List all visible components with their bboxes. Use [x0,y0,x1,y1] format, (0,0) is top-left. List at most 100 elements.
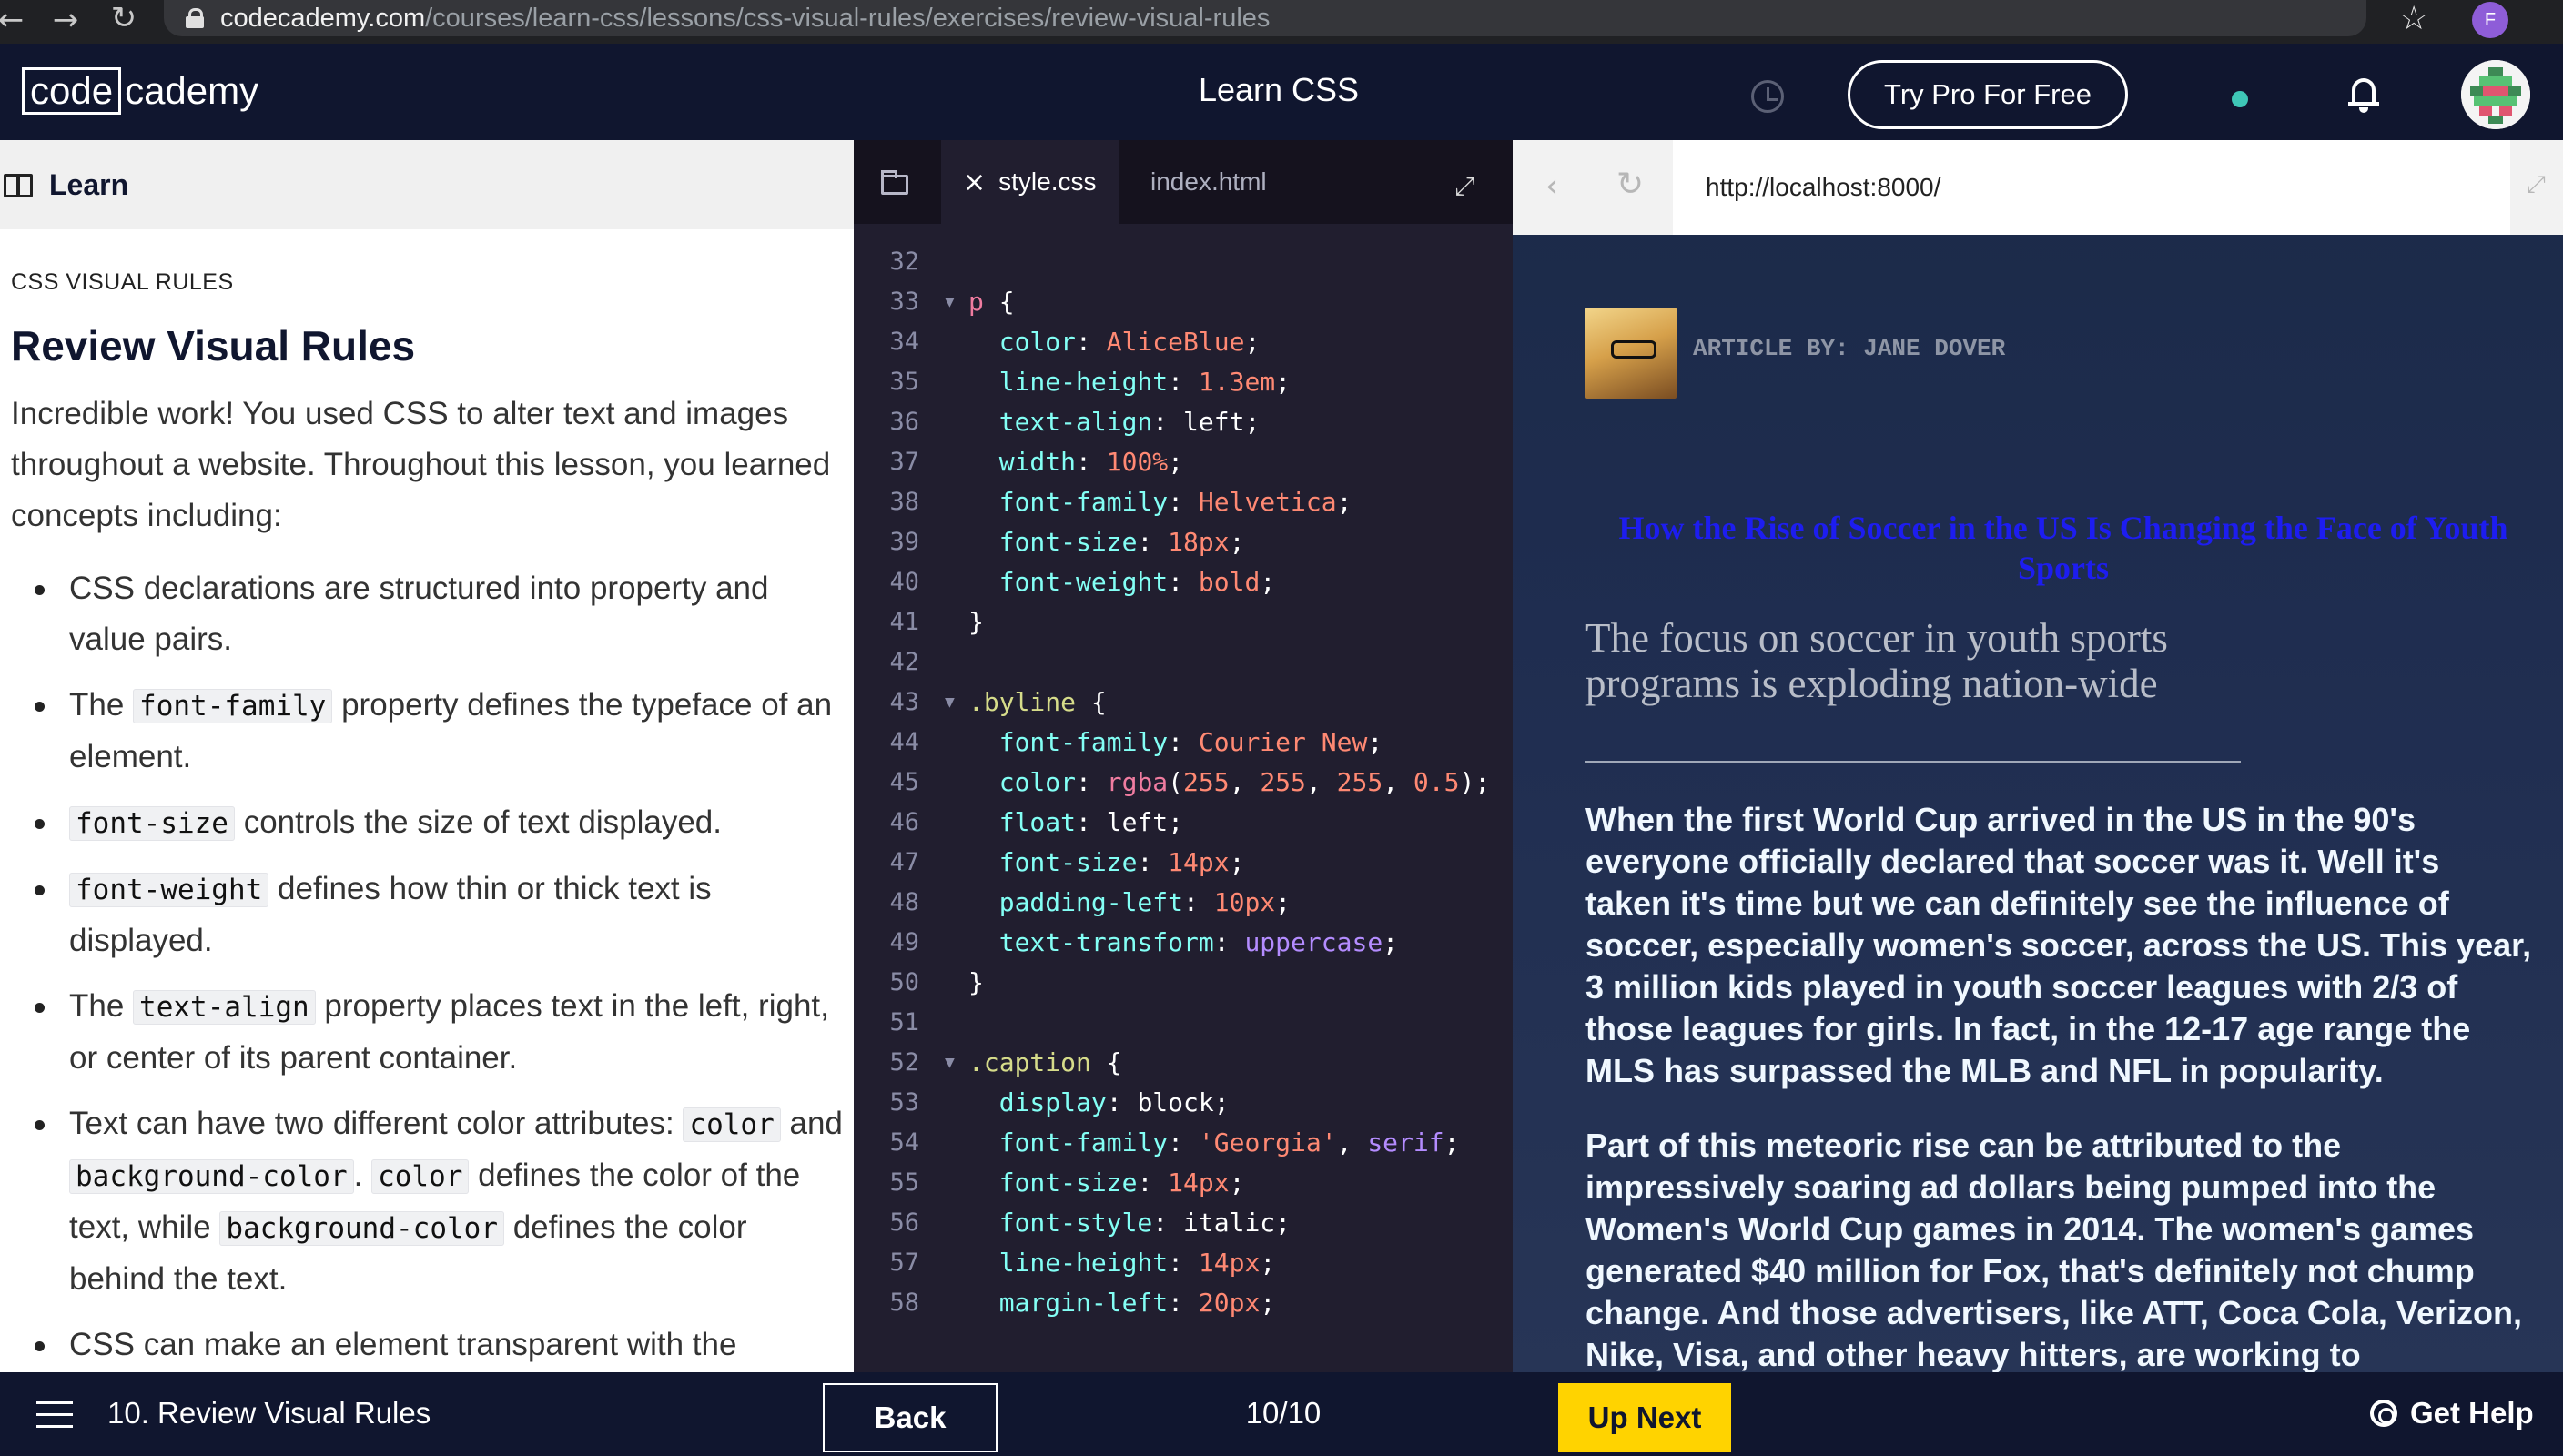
line-number: 53 [889,1088,919,1117]
code-line[interactable]: 42 [854,642,1513,682]
code-text: line-height: 14px; [998,1248,1276,1278]
up-next-button[interactable]: Up Next [1558,1383,1731,1452]
code-text: } [968,607,984,637]
exercise-progress: 10/10 [1245,1396,1322,1430]
code-text: font-size: 18px; [998,527,1245,557]
line-number: 58 [889,1289,919,1317]
preview-back-icon[interactable]: ‹ [1545,167,1558,205]
profile-avatar[interactable]: F [2472,2,2508,38]
reload-icon[interactable]: ↻ [95,0,153,36]
code-line[interactable]: 48 padding-left: 10px; [854,883,1513,923]
code-line[interactable]: 37 width: 100%; [854,442,1513,482]
fold-arrow-icon[interactable]: ▼ [945,682,955,723]
code-text: p { [968,287,1015,317]
codecademy-logo[interactable]: code cademy [22,67,258,115]
code-text: text-transform: uppercase; [998,927,1399,957]
code-text: padding-left: 10px; [998,887,1292,917]
preview-reload-icon[interactable]: ↻ [1616,166,1644,203]
fold-arrow-icon[interactable]: ▼ [945,282,955,322]
code-line[interactable]: 46 float: left; [854,803,1513,843]
address-url: codecademy.com/courses/learn-css/lessons… [220,3,1271,33]
preview-toolbar: ‹ ↻ http://localhost:8000/ ⤢ [1513,140,2563,235]
code-text: font-size: 14px; [998,847,1245,877]
bookmark-star-icon[interactable]: ☆ [2399,0,2428,37]
code-line[interactable]: 39 font-size: 18px; [854,522,1513,562]
alarm-clock-icon[interactable] [1751,80,1784,113]
line-number: 55 [889,1168,919,1197]
code-line[interactable]: 36 text-align: left; [854,402,1513,442]
back-button[interactable]: Back [823,1383,998,1452]
code-line[interactable]: 45 color: rgba(255, 255, 255, 0.5); [854,763,1513,803]
line-number: 36 [889,408,919,436]
code-line[interactable]: 50} [854,963,1513,1003]
code-line[interactable]: 41} [854,602,1513,642]
line-number: 46 [889,808,919,836]
code-text: font-family: Courier New; [998,727,1383,757]
expand-preview-icon[interactable]: ⤢ [2527,171,2546,199]
list-item: CSS declarations are structured into pro… [11,563,843,665]
line-number: 56 [889,1208,919,1237]
list-item: The font-family property defines the typ… [11,680,843,783]
inline-code: font-weight [69,873,269,907]
code-text: } [968,967,984,997]
menu-icon[interactable] [36,1401,73,1429]
code-line[interactable]: 43 ▼ .byline { [854,682,1513,723]
author-photo [1585,308,1677,399]
line-number: 43 [889,688,919,716]
get-help-label: Get Help [2410,1396,2534,1430]
list-item: The text-align property places text in t… [11,981,843,1084]
code-line[interactable]: 35 line-height: 1.3em; [854,362,1513,402]
browser-toolbar: ← → ↻ codecademy.com/courses/learn-css/l… [0,0,2563,44]
code-text: font-weight: bold; [998,567,1276,597]
forward-arrow-icon[interactable]: → [36,2,95,38]
learn-panel-label: Learn [49,167,129,201]
article-headline[interactable]: How the Rise of Soccer in the US Is Chan… [1585,508,2541,588]
code-line[interactable]: 47 font-size: 14px; [854,843,1513,883]
get-help-button[interactable]: Get Help [2370,1396,2534,1431]
code-text: .byline { [968,687,1107,717]
code-line[interactable]: 58 margin-left: 20px; [854,1283,1513,1323]
code-line[interactable]: 40 font-weight: bold; [854,562,1513,602]
course-title: Learn CSS [1198,71,1360,108]
line-number: 48 [889,888,919,916]
expand-editor-icon[interactable]: ⤢ [1454,171,1474,202]
code-line[interactable]: 54 font-family: 'Georgia', serif; [854,1123,1513,1163]
code-line[interactable]: 55 font-size: 14px; [854,1163,1513,1203]
code-text: text-align: left; [998,407,1261,437]
code-line[interactable]: 57 line-height: 14px; [854,1243,1513,1283]
lesson-footer: 10. Review Visual Rules Back 10/10 Up Ne… [0,1372,2563,1456]
fold-arrow-icon[interactable]: ▼ [945,1043,955,1083]
tab-label: index.html [1150,167,1267,196]
book-icon [4,174,33,197]
close-tab-icon[interactable]: × [963,167,986,198]
code-line[interactable]: 33 ▼ p { [854,282,1513,322]
back-arrow-icon[interactable]: ← [0,2,40,38]
lesson-intro: Incredible work! You used CSS to alter t… [11,396,831,533]
try-pro-button[interactable]: Try Pro For Free [1848,60,2128,129]
tab-index-html[interactable]: index.html [1150,140,1267,224]
notification-bell-icon[interactable] [2348,75,2379,113]
line-number: 40 [889,568,919,596]
inline-code: color [683,1107,781,1142]
line-number: 49 [889,928,919,956]
code-line[interactable]: 53 display: block; [854,1083,1513,1123]
line-number: 33 [889,288,919,316]
lifebuoy-icon [2370,1400,2397,1427]
preview-url-field[interactable]: http://localhost:8000/ [1673,140,2510,235]
code-line[interactable]: 56 font-style: italic; [854,1203,1513,1243]
folder-icon[interactable] [881,170,908,195]
code-line[interactable]: 44 font-family: Courier New; [854,723,1513,763]
current-lesson[interactable]: 10. Review Visual Rules [107,1396,431,1431]
code-text: margin-left: 20px; [998,1288,1276,1318]
address-bar[interactable]: codecademy.com/courses/learn-css/lessons… [164,0,2366,36]
code-line[interactable]: 34 color: AliceBlue; [854,322,1513,362]
code-line[interactable]: 38 font-family: Helvetica; [854,482,1513,522]
code-line[interactable]: 52 ▼ .caption { [854,1043,1513,1083]
code-line[interactable]: 49 text-transform: uppercase; [854,923,1513,963]
lesson-title: Review Visual Rules [11,322,416,369]
inline-code: background-color [219,1211,504,1246]
tab-style-css[interactable]: × style.css [941,140,1119,224]
code-line[interactable]: 32 [854,242,1513,282]
user-avatar[interactable] [2461,60,2530,129]
code-line[interactable]: 51 [854,1003,1513,1043]
